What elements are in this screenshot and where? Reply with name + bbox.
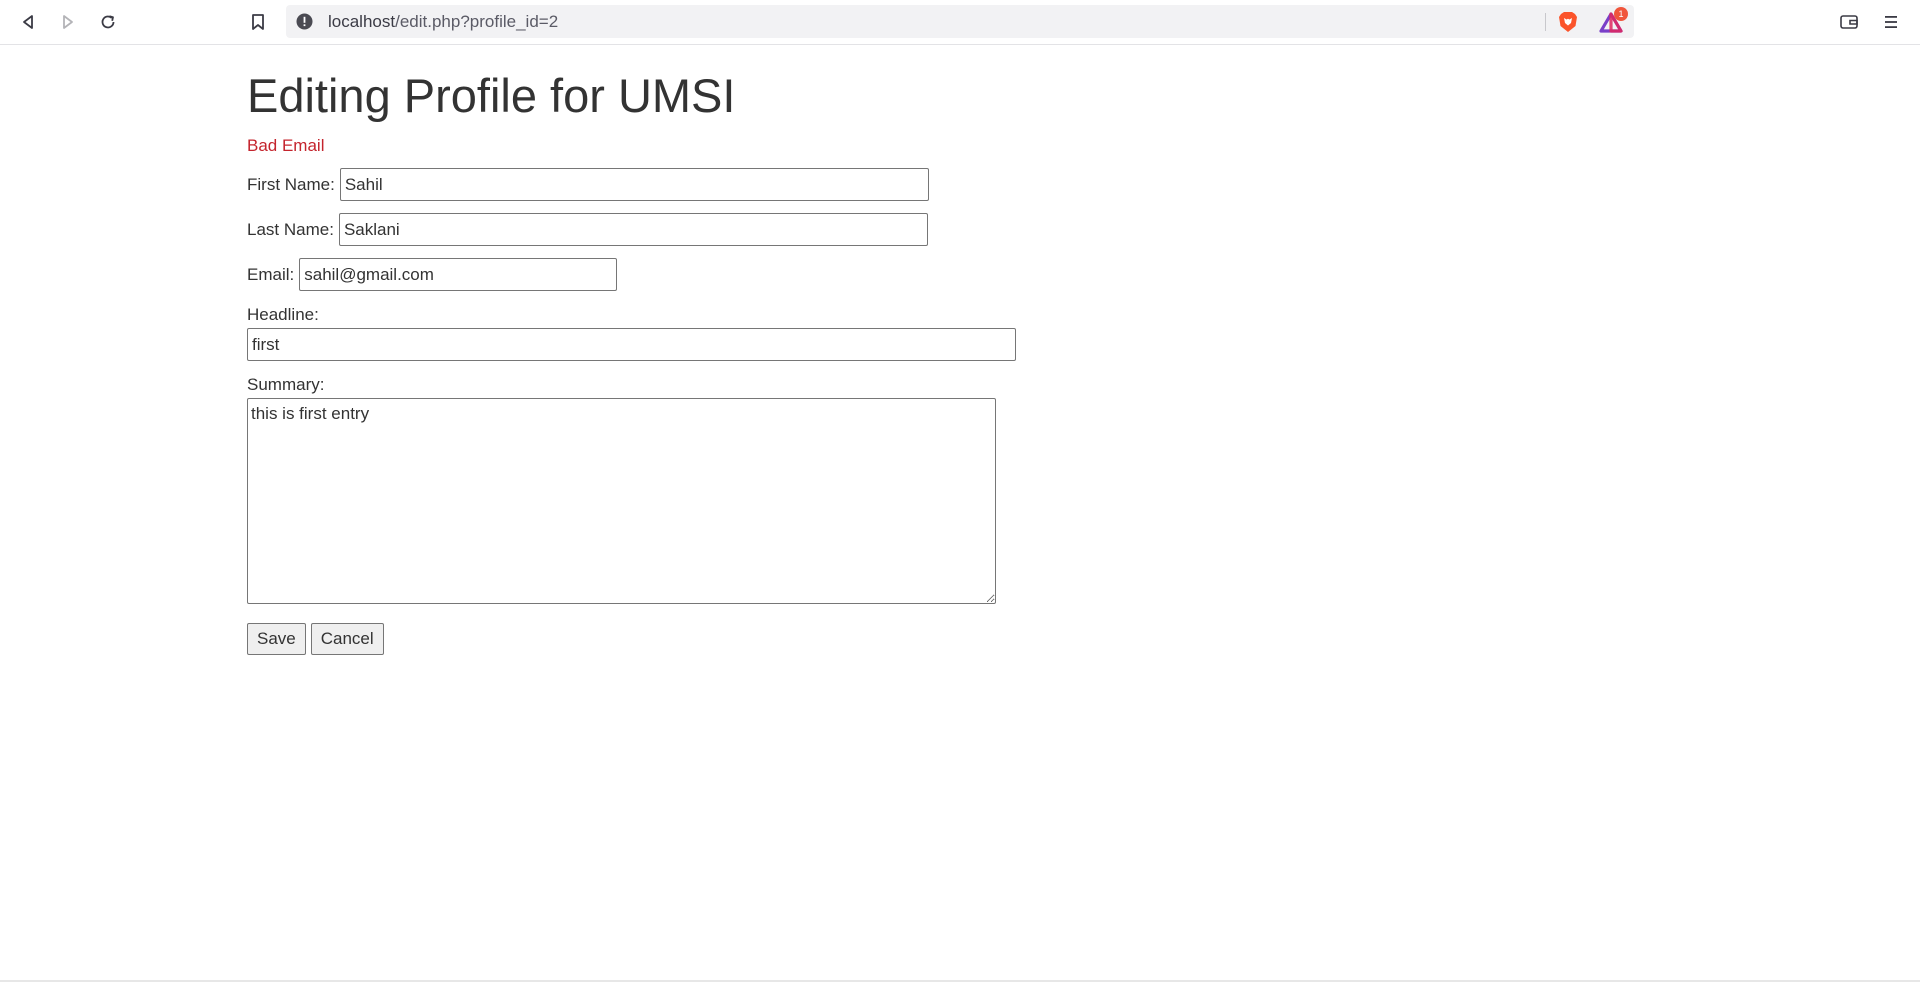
first-name-field[interactable]: [339, 168, 929, 201]
summary-label: Summary:: [247, 375, 325, 394]
not-secure-warning-icon[interactable]: [296, 13, 313, 30]
page-title: Editing Profile for UMSI: [247, 69, 736, 122]
last-name-row: Last Name:: [247, 213, 1647, 246]
last-name-field[interactable]: [338, 213, 928, 246]
bookmark-icon[interactable]: [243, 7, 273, 37]
first-name-row: First Name:: [247, 168, 1647, 201]
url-host: localhost: [328, 12, 396, 31]
save-button[interactable]: Save: [247, 623, 306, 655]
edit-profile-form: First Name: Last Name: Email: Headline: …: [247, 168, 1647, 655]
summary-row: this is first entry: [247, 398, 1647, 609]
wallet-icon[interactable]: [1834, 7, 1864, 37]
hamburger-menu-icon[interactable]: [1876, 7, 1906, 37]
email-label: Email:: [247, 264, 295, 284]
headline-label: Headline:: [247, 305, 319, 324]
summary-textarea[interactable]: this is first entry: [247, 398, 996, 604]
form-actions: Save Cancel: [247, 623, 1647, 655]
first-name-label: First Name:: [247, 174, 335, 194]
headline-row: [247, 328, 1647, 361]
rewards-badge: 1: [1614, 7, 1628, 21]
url-divider: [1545, 13, 1546, 31]
url-text[interactable]: localhost/edit.php?profile_id=2: [328, 5, 558, 38]
address-bar[interactable]: localhost/edit.php?profile_id=2 1: [286, 5, 1634, 38]
error-message: Bad Email: [247, 136, 325, 155]
url-path: /edit.php?profile_id=2: [395, 12, 559, 31]
email-field[interactable]: [299, 258, 618, 291]
last-name-label: Last Name:: [247, 219, 334, 239]
browser-toolbar: localhost/edit.php?profile_id=2 1: [0, 0, 1920, 45]
email-row: Email:: [247, 258, 1647, 291]
headline-field[interactable]: [247, 328, 1016, 361]
reload-icon[interactable]: [93, 7, 123, 37]
brave-shield-icon[interactable]: [1556, 10, 1580, 34]
cancel-button[interactable]: Cancel: [310, 623, 384, 655]
page-content: Editing Profile for UMSI Bad Email First…: [247, 44, 1647, 655]
forward-arrow-icon[interactable]: [53, 7, 83, 37]
back-arrow-icon[interactable]: [13, 7, 43, 37]
brave-rewards-icon[interactable]: 1: [1598, 7, 1628, 35]
